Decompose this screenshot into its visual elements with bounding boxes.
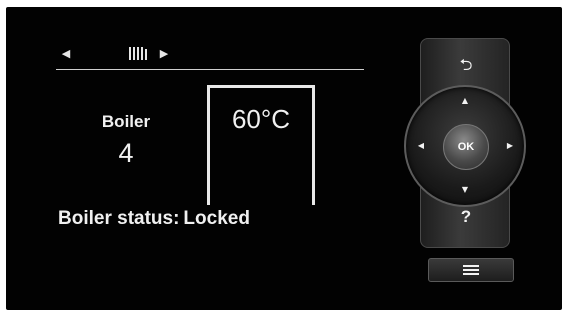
temperature-frame bbox=[207, 85, 315, 205]
boiler-status: Boiler status: Locked bbox=[58, 208, 250, 230]
left-arrow-button[interactable]: ◀ bbox=[414, 139, 428, 153]
down-arrow-button[interactable]: ▼ bbox=[458, 183, 472, 197]
previous-arrow-icon[interactable]: ◀ bbox=[60, 48, 72, 60]
status-label: Boiler status: bbox=[58, 208, 180, 229]
back-icon: ⮌ bbox=[459, 55, 473, 74]
menu-button[interactable] bbox=[428, 258, 514, 282]
temperature-value: 60°C bbox=[231, 104, 291, 134]
boiler-label: Boiler bbox=[101, 112, 151, 131]
status-value: Locked bbox=[183, 208, 250, 229]
radiator-icon bbox=[129, 47, 153, 60]
menu-icon bbox=[463, 265, 479, 275]
up-arrow-button[interactable]: ▲ bbox=[458, 94, 472, 108]
right-arrow-button[interactable]: ▶ bbox=[503, 139, 517, 153]
back-button[interactable]: ⮌ bbox=[428, 50, 504, 80]
ok-button[interactable]: OK bbox=[443, 124, 489, 170]
header-divider bbox=[56, 69, 364, 70]
next-arrow-icon[interactable]: ▶ bbox=[158, 48, 170, 60]
boiler-number: 4 bbox=[118, 138, 134, 168]
help-button[interactable]: ? bbox=[428, 202, 504, 232]
